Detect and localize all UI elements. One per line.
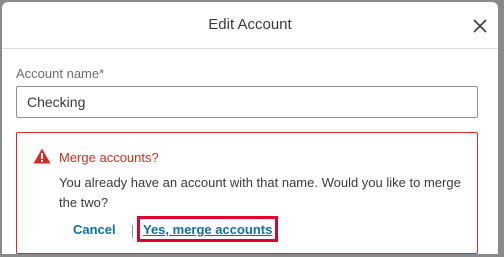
dialog-title: Edit Account <box>208 16 292 33</box>
merge-accounts-alert: Merge accounts? You already have an acco… <box>16 132 478 254</box>
close-button[interactable] <box>470 16 490 36</box>
alert-title: Merge accounts? <box>59 150 159 165</box>
warning-icon <box>33 148 51 164</box>
account-name-input[interactable] <box>16 86 478 118</box>
merge-accounts-link[interactable]: Yes, merge accounts <box>137 216 279 242</box>
edit-account-dialog: Edit Account Account name* Merge account… <box>2 2 498 254</box>
account-name-label: Account name* <box>16 66 105 81</box>
close-icon <box>473 19 487 33</box>
cancel-link[interactable]: Cancel <box>73 222 116 237</box>
dialog-header: Edit Account <box>2 2 498 49</box>
link-separator <box>132 225 133 238</box>
alert-message: You already have an account with that na… <box>59 175 461 210</box>
